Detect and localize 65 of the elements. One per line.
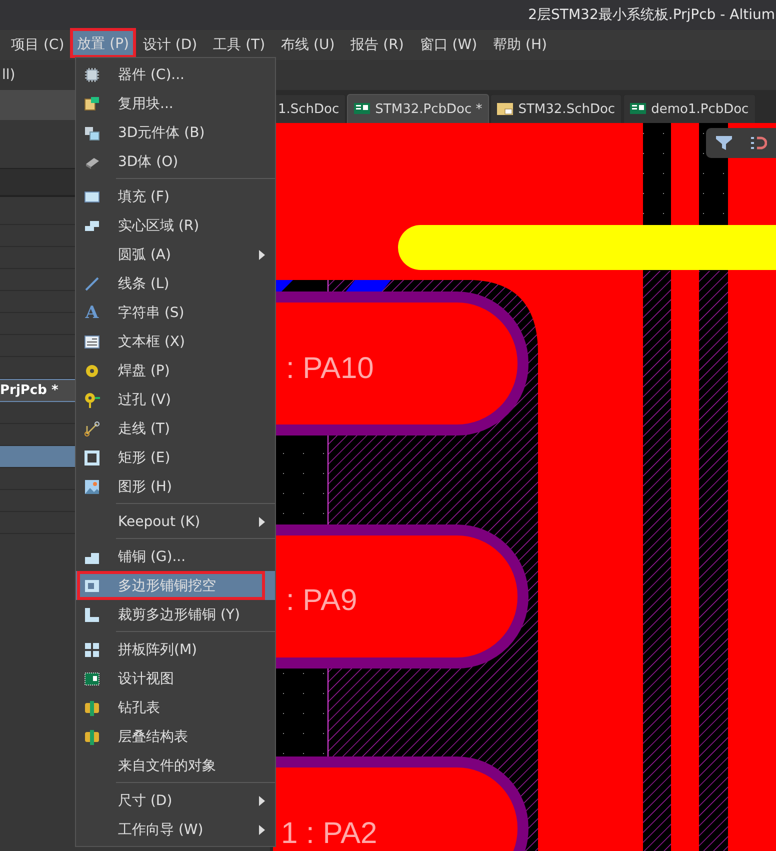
document-tab[interactable]: STM32.SchDoc — [490, 94, 622, 123]
board-icon — [84, 96, 100, 112]
chip-icon — [84, 66, 100, 82]
menu-item[interactable]: 工作向导 (W) — [76, 815, 275, 844]
sheet-icon — [497, 101, 514, 117]
magnet-icon[interactable] — [750, 136, 766, 150]
menu-item[interactable]: 尺寸 (D) — [76, 786, 275, 815]
board-icon — [354, 101, 370, 117]
line-icon — [84, 276, 100, 292]
menu-item[interactable]: 报告 (R) — [344, 31, 411, 59]
document-tab[interactable]: demo1.PcbDoc — [623, 94, 756, 123]
menu-item[interactable]: 钻孔表 — [76, 693, 275, 722]
letter-icon: A — [84, 302, 100, 322]
pad-label: : PA10 — [286, 352, 374, 385]
document-tab[interactable]: 1.SchDoc — [273, 94, 346, 123]
pad-label: 1 : PA2 — [281, 817, 378, 850]
menu-item[interactable]: 焊盘 (P) — [76, 356, 275, 385]
rectangle-icon — [84, 188, 100, 204]
menu-item[interactable]: 器件 (C)... — [76, 60, 275, 89]
menu-item[interactable]: Keepout (K) — [76, 507, 275, 536]
cubes-icon — [84, 124, 100, 140]
via-icon — [84, 392, 100, 408]
menu-item[interactable]: 裁剪多边形铺铜 (Y) — [76, 600, 275, 629]
menu-item[interactable]: 文本框 (X) — [76, 327, 275, 356]
filter-label: ll) — [2, 67, 16, 83]
menu-item[interactable]: 项目 (C) — [4, 31, 72, 59]
polygon-cutout-icon — [84, 578, 100, 594]
window-title: 2层STM32最小系统板.PrjPcb - Altium — [528, 6, 775, 24]
menu-item[interactable]: 3D元件体 (B) — [76, 118, 275, 147]
project-name: PrjPcb * — [0, 383, 58, 398]
menu-item[interactable]: 设计视图 — [76, 664, 275, 693]
document-tab[interactable]: STM32.PcbDoc * — [347, 94, 490, 123]
menu-item[interactable]: 实心区域 (R) — [76, 211, 275, 240]
rectangle-icon — [84, 450, 100, 466]
slice-icon — [84, 606, 100, 622]
menu-item[interactable]: 圆弧 (A) — [76, 240, 275, 269]
pad-icon — [84, 362, 100, 378]
menu-item[interactable]: 来自文件的对象 — [76, 751, 275, 780]
board-icon — [630, 101, 646, 117]
menu-item[interactable]: 走线 (T) — [76, 414, 275, 443]
grid-icon — [84, 642, 100, 658]
table-icon — [84, 728, 100, 744]
menu-item[interactable]: 矩形 (E) — [76, 443, 275, 472]
filter-icon[interactable] — [716, 136, 732, 150]
menu-item[interactable]: 设计 (D) — [136, 31, 204, 59]
menu-item[interactable]: 过孔 (V) — [76, 385, 275, 414]
menu-item[interactable]: 布线 (U) — [274, 31, 342, 59]
pad-label: : PA9 — [286, 584, 358, 617]
menu-item[interactable]: 图形 (H) — [76, 472, 275, 501]
menu-item[interactable]: 3D体 (O) — [76, 147, 275, 176]
menu-item[interactable]: 工具 (T) — [206, 31, 272, 59]
menu-item[interactable]: 拼板阵列(M) — [76, 635, 275, 664]
board-icon — [84, 670, 100, 686]
image-icon — [84, 478, 100, 494]
menu-item[interactable]: 铺铜 (G)... — [76, 542, 275, 571]
menu-item[interactable]: 层叠结构表 — [76, 722, 275, 751]
menu-item[interactable]: 填充 (F) — [76, 182, 275, 211]
menu-item[interactable]: 复用块... — [76, 89, 275, 118]
menu-item[interactable]: A 字符串 (S) — [76, 298, 275, 327]
table-icon — [84, 700, 100, 716]
menu-item[interactable]: 窗口 (W) — [412, 31, 484, 59]
text-frame-icon — [84, 334, 100, 350]
menu-item[interactable]: 线条 (L) — [76, 269, 275, 298]
menu-item[interactable]: 帮助 (H) — [486, 31, 554, 59]
track-icon — [84, 420, 100, 436]
